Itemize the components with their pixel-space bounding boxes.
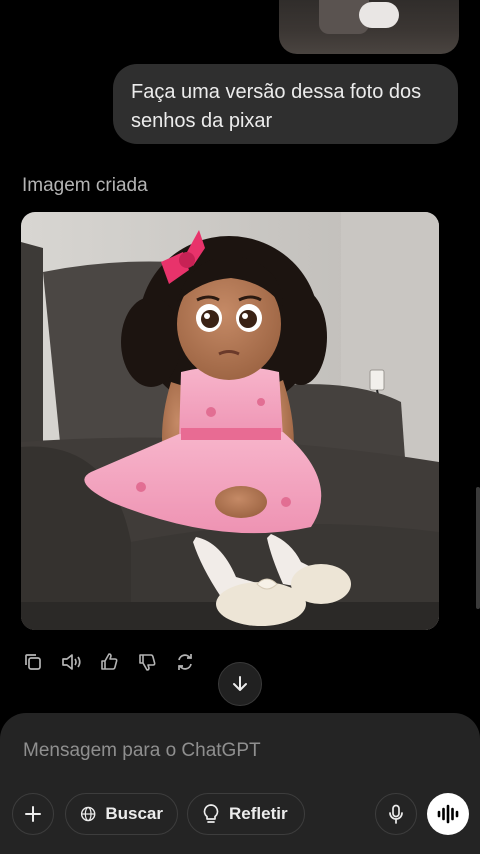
read-aloud-button[interactable] xyxy=(60,651,82,673)
search-button-label: Buscar xyxy=(105,804,163,823)
voice-mode-button[interactable] xyxy=(427,793,469,835)
lightbulb-icon xyxy=(203,804,219,823)
user-message-bubble: Faça uma versão dessa foto dos senhos da… xyxy=(113,64,458,144)
thumbs-down-button[interactable] xyxy=(136,651,158,673)
message-composer: Mensagem para o ChatGPT Buscar Refletir xyxy=(0,713,480,854)
copy-icon xyxy=(25,654,41,670)
image-detail xyxy=(359,2,399,28)
message-actions xyxy=(22,648,196,676)
regenerate-icon xyxy=(178,654,192,670)
scroll-to-bottom-button[interactable] xyxy=(218,662,262,706)
arrow-down-icon xyxy=(233,676,247,691)
globe-icon xyxy=(80,806,96,822)
copy-button[interactable] xyxy=(22,651,44,673)
microphone-icon xyxy=(389,804,403,824)
message-input[interactable]: Mensagem para o ChatGPT xyxy=(23,740,261,762)
voice-waveform-icon xyxy=(437,804,459,824)
generated-image[interactable] xyxy=(21,212,439,630)
read-aloud-icon xyxy=(62,654,81,670)
thumbs-up-icon xyxy=(101,653,118,670)
plus-icon xyxy=(25,806,41,822)
user-message-text: Faça uma versão dessa foto dos senhos da… xyxy=(131,81,422,132)
thumbs-down-icon xyxy=(139,654,156,671)
scrollbar[interactable] xyxy=(476,487,480,609)
reason-button[interactable]: Refletir xyxy=(187,793,305,835)
image-created-label: Imagem criada xyxy=(22,175,148,196)
attach-button[interactable] xyxy=(12,793,54,835)
search-button[interactable]: Buscar xyxy=(65,793,178,835)
previous-user-image[interactable] xyxy=(279,0,459,54)
dictate-button[interactable] xyxy=(375,793,417,835)
reason-button-label: Refletir xyxy=(229,804,288,823)
generated-image-illustration xyxy=(21,212,439,630)
regenerate-button[interactable] xyxy=(174,651,196,673)
thumbs-up-button[interactable] xyxy=(98,651,120,673)
